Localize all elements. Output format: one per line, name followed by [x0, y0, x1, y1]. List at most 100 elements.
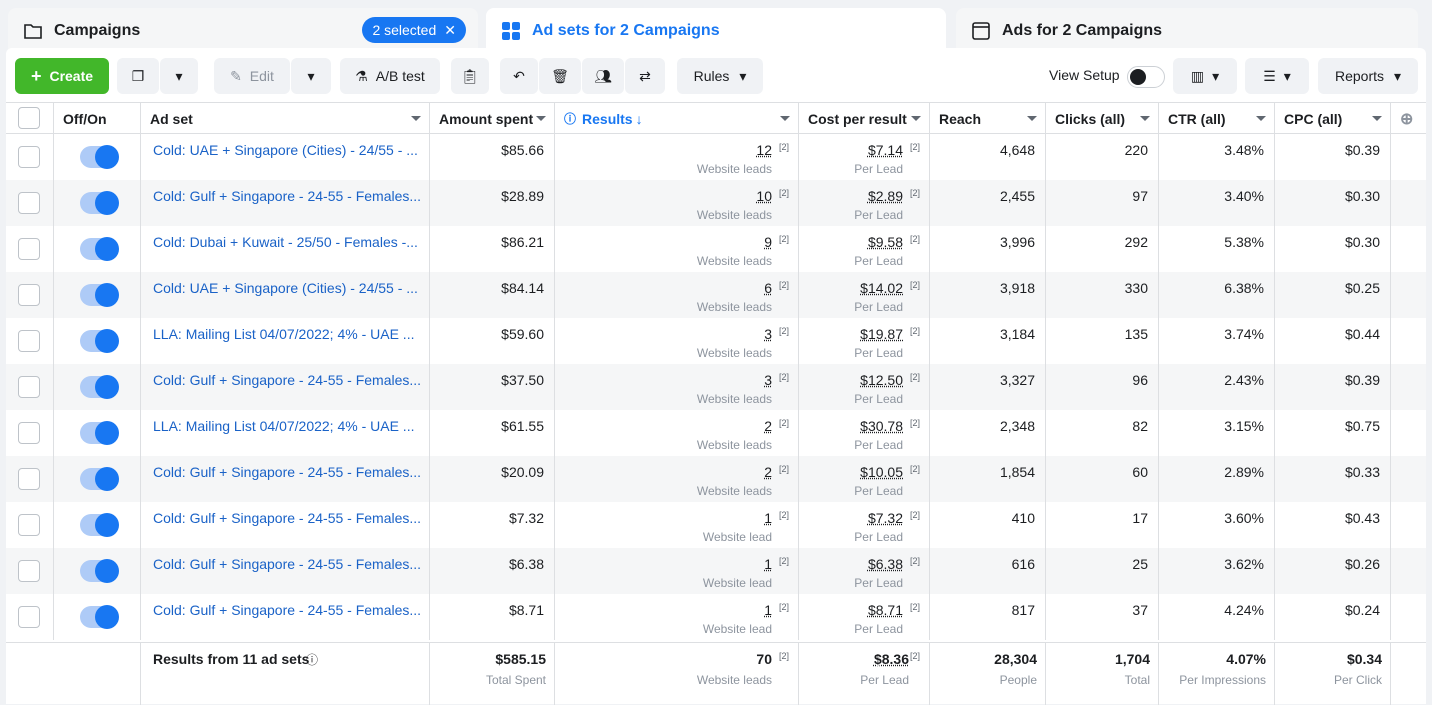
row-checkbox[interactable]: [18, 330, 40, 352]
breakdown-button[interactable]: ☰ ▾: [1245, 58, 1309, 94]
column-header-offon[interactable]: Off/On: [54, 103, 141, 134]
column-header-amount-spent[interactable]: Amount spent: [430, 103, 555, 134]
select-all-checkbox[interactable]: [18, 107, 40, 129]
delivery-toggle[interactable]: [80, 468, 116, 490]
adset-name-link[interactable]: Cold: Gulf + Singapore - 24-55 - Females…: [141, 548, 430, 594]
delivery-toggle[interactable]: [80, 560, 116, 582]
row-checkbox[interactable]: [18, 376, 40, 398]
delivery-toggle[interactable]: [80, 330, 116, 352]
delete-button[interactable]: 🗑︎: [539, 58, 581, 94]
cost-per-result-value[interactable]: $30.78: [860, 418, 903, 434]
add-column-button[interactable]: ⊕: [1391, 103, 1426, 134]
adset-name-link[interactable]: Cold: Dubai + Kuwait - 25/50 - Females -…: [141, 226, 430, 272]
table-row[interactable]: LLA: Mailing List 04/07/2022; 4% - UAE .…: [6, 318, 1426, 364]
delivery-toggle[interactable]: [80, 192, 116, 214]
cost-per-result-value[interactable]: $2.89: [868, 188, 903, 204]
adset-name-link[interactable]: LLA: Mailing List 04/07/2022; 4% - UAE .…: [141, 410, 430, 456]
cost-per-result-value[interactable]: $9.58: [868, 234, 903, 250]
column-header-cpc[interactable]: CPC (all): [1275, 103, 1391, 134]
delivery-toggle[interactable]: [80, 606, 116, 628]
table-row[interactable]: Cold: Dubai + Kuwait - 25/50 - Females -…: [6, 226, 1426, 272]
duplicate-dropdown-button[interactable]: ▾: [160, 58, 198, 94]
column-header-adset[interactable]: Ad set: [141, 103, 430, 134]
adset-name-link[interactable]: LLA: Mailing List 04/07/2022; 4% - UAE .…: [141, 318, 430, 364]
table-row[interactable]: Cold: Gulf + Singapore - 24-55 - Females…: [6, 502, 1426, 548]
audience-button[interactable]: 👥︎: [582, 58, 624, 94]
results-value[interactable]: 1: [764, 556, 772, 572]
clear-selection-icon[interactable]: ✕: [444, 22, 456, 39]
table-row[interactable]: LLA: Mailing List 04/07/2022; 4% - UAE .…: [6, 410, 1426, 456]
row-checkbox[interactable]: [18, 560, 40, 582]
table-row[interactable]: Cold: Gulf + Singapore - 24-55 - Females…: [6, 180, 1426, 226]
adset-name-link[interactable]: Cold: Gulf + Singapore - 24-55 - Females…: [141, 456, 430, 502]
results-value[interactable]: 1: [764, 510, 772, 526]
cost-per-result-value[interactable]: $6.38: [868, 556, 903, 572]
table-row[interactable]: Cold: Gulf + Singapore - 24-55 - Females…: [6, 456, 1426, 502]
amount-spent-cell: $61.55: [430, 410, 555, 456]
adset-name-link[interactable]: Cold: Gulf + Singapore - 24-55 - Females…: [141, 180, 430, 226]
clipboard-button[interactable]: 📋︎: [451, 58, 489, 94]
delivery-toggle[interactable]: [80, 376, 116, 398]
results-value[interactable]: 2: [764, 464, 772, 480]
delivery-toggle[interactable]: [80, 238, 116, 260]
column-header-cost-per-result[interactable]: Cost per result: [799, 103, 930, 134]
ab-test-button[interactable]: ⚗ A/B test: [340, 58, 440, 94]
row-checkbox[interactable]: [18, 422, 40, 444]
cost-per-result-value[interactable]: $19.87: [860, 326, 903, 342]
view-setup-toggle[interactable]: [1127, 66, 1165, 88]
column-header-ctr[interactable]: CTR (all): [1159, 103, 1275, 134]
delivery-toggle[interactable]: [80, 514, 116, 536]
row-checkbox[interactable]: [18, 192, 40, 214]
results-value[interactable]: 2: [764, 418, 772, 434]
delivery-toggle[interactable]: [80, 146, 116, 168]
results-value[interactable]: 6: [764, 280, 772, 296]
info-icon[interactable]: ⓘ: [306, 651, 318, 668]
table-row[interactable]: Cold: UAE + Singapore (Cities) - 24/55 -…: [6, 134, 1426, 180]
adset-name-link[interactable]: Cold: UAE + Singapore (Cities) - 24/55 -…: [141, 134, 430, 180]
cost-per-result-value[interactable]: $7.14: [868, 142, 903, 158]
cost-per-result-value[interactable]: $14.02: [860, 280, 903, 296]
row-checkbox[interactable]: [18, 468, 40, 490]
adset-name-link[interactable]: Cold: Gulf + Singapore - 24-55 - Females…: [141, 502, 430, 548]
table-row[interactable]: Cold: Gulf + Singapore - 24-55 - Females…: [6, 548, 1426, 594]
delivery-toggle[interactable]: [80, 422, 116, 444]
column-header-clicks[interactable]: Clicks (all): [1046, 103, 1159, 134]
cost-per-result-value[interactable]: $7.32: [868, 510, 903, 526]
column-header-reach[interactable]: Reach: [930, 103, 1046, 134]
cost-per-result-value[interactable]: $12.50: [860, 372, 903, 388]
edit-dropdown-button[interactable]: ▾: [291, 58, 331, 94]
results-value[interactable]: 9: [764, 234, 772, 250]
results-value[interactable]: 3: [764, 326, 772, 342]
create-button[interactable]: + Create: [15, 58, 109, 94]
cost-per-result-value[interactable]: $10.05: [860, 464, 903, 480]
adset-name-link[interactable]: Cold: Gulf + Singapore - 24-55 - Females…: [141, 594, 430, 640]
selected-badge[interactable]: 2 selected ✕: [362, 17, 466, 43]
row-checkbox[interactable]: [18, 284, 40, 306]
column-header-results[interactable]: ⓘ Results ↓: [555, 103, 799, 134]
reports-button[interactable]: Reports ▾: [1318, 58, 1418, 94]
table-row[interactable]: Cold: Gulf + Singapore - 24-55 - Females…: [6, 594, 1426, 640]
adset-name-link[interactable]: Cold: UAE + Singapore (Cities) - 24/55 -…: [141, 272, 430, 318]
edit-button[interactable]: ✎ Edit: [214, 58, 290, 94]
columns-button[interactable]: ▥ ▾: [1173, 58, 1237, 94]
delivery-toggle[interactable]: [80, 284, 116, 306]
preview-button[interactable]: ⇄: [625, 58, 665, 94]
ctr-cell: 5.38%: [1159, 226, 1275, 272]
table-row[interactable]: Cold: UAE + Singapore (Cities) - 24/55 -…: [6, 272, 1426, 318]
results-value[interactable]: 3: [764, 372, 772, 388]
results-value[interactable]: 12: [756, 142, 772, 158]
adset-name-link[interactable]: Cold: Gulf + Singapore - 24-55 - Females…: [141, 364, 430, 410]
row-checkbox[interactable]: [18, 146, 40, 168]
row-checkbox[interactable]: [18, 606, 40, 628]
row-checkbox[interactable]: [18, 238, 40, 260]
table-row[interactable]: Cold: Gulf + Singapore - 24-55 - Females…: [6, 364, 1426, 410]
rules-button[interactable]: Rules ▾: [677, 58, 763, 94]
chevron-down-icon: ▾: [1394, 68, 1401, 85]
duplicate-button[interactable]: ❐: [117, 58, 159, 94]
results-value[interactable]: 10: [756, 188, 772, 204]
results-value[interactable]: 1: [764, 602, 772, 618]
results-cell: 6 [2] Website leads: [555, 272, 799, 318]
cost-per-result-value[interactable]: $8.71: [868, 602, 903, 618]
row-checkbox[interactable]: [18, 514, 40, 536]
undo-button[interactable]: ↶: [500, 58, 538, 94]
